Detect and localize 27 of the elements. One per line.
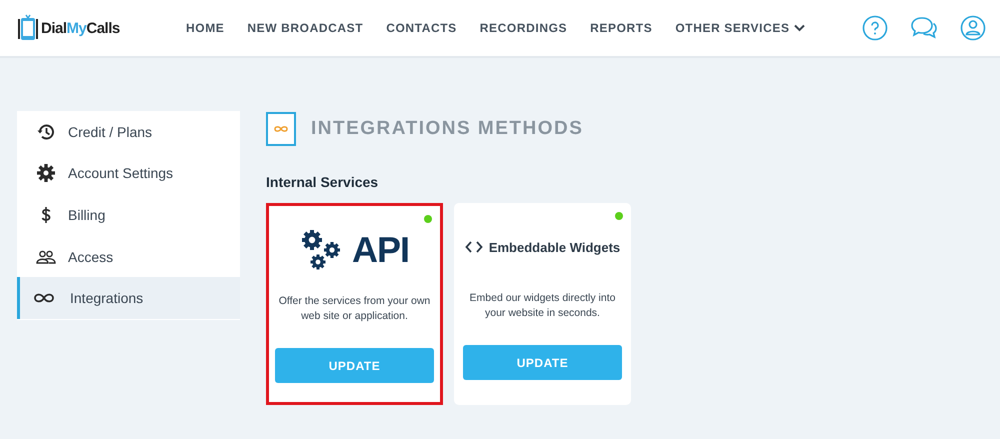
sidebar-item[interactable]: Access <box>17 236 240 278</box>
gear-icon <box>36 163 56 184</box>
nav-link[interactable]: NEW BROADCAST <box>247 21 364 35</box>
card-description: Offer the services from your own web site or application. <box>278 294 432 324</box>
chevron-down-icon <box>794 24 805 32</box>
logo-text[interactable]: DialMyCalls <box>41 20 120 36</box>
history-icon <box>36 122 56 142</box>
sidebar-item[interactable]: Account Settings <box>17 152 240 194</box>
user-profile-icon[interactable] <box>960 15 986 41</box>
nav-link[interactable]: RECORDINGS <box>480 21 568 35</box>
section-title: Internal Services <box>266 174 380 190</box>
sidebar-item[interactable]: Integrations <box>17 277 240 319</box>
chat-bubbles-icon[interactable] <box>910 15 938 41</box>
nav-link[interactable]: HOME <box>186 21 224 35</box>
page-title: INTEGRATIONS METHODS <box>311 118 584 140</box>
nav-link[interactable]: REPORTS <box>590 21 652 35</box>
code-brackets-icon <box>464 240 483 254</box>
api-title: API <box>352 229 409 271</box>
phone-logo-icon <box>16 13 40 43</box>
help-icon[interactable] <box>862 15 888 41</box>
nav-link[interactable]: CONTACTS <box>386 21 457 35</box>
infinity-badge-icon <box>266 112 296 146</box>
nav-link[interactable]: OTHER SERVICES <box>675 21 805 35</box>
sidebar-item[interactable]: Credit / Plans <box>17 111 240 153</box>
sidebar-item[interactable]: Billing <box>17 194 240 236</box>
card-title: Embeddable Widgets <box>488 240 620 254</box>
card-description: Embed our widgets directly into your website in seconds. <box>468 291 616 321</box>
